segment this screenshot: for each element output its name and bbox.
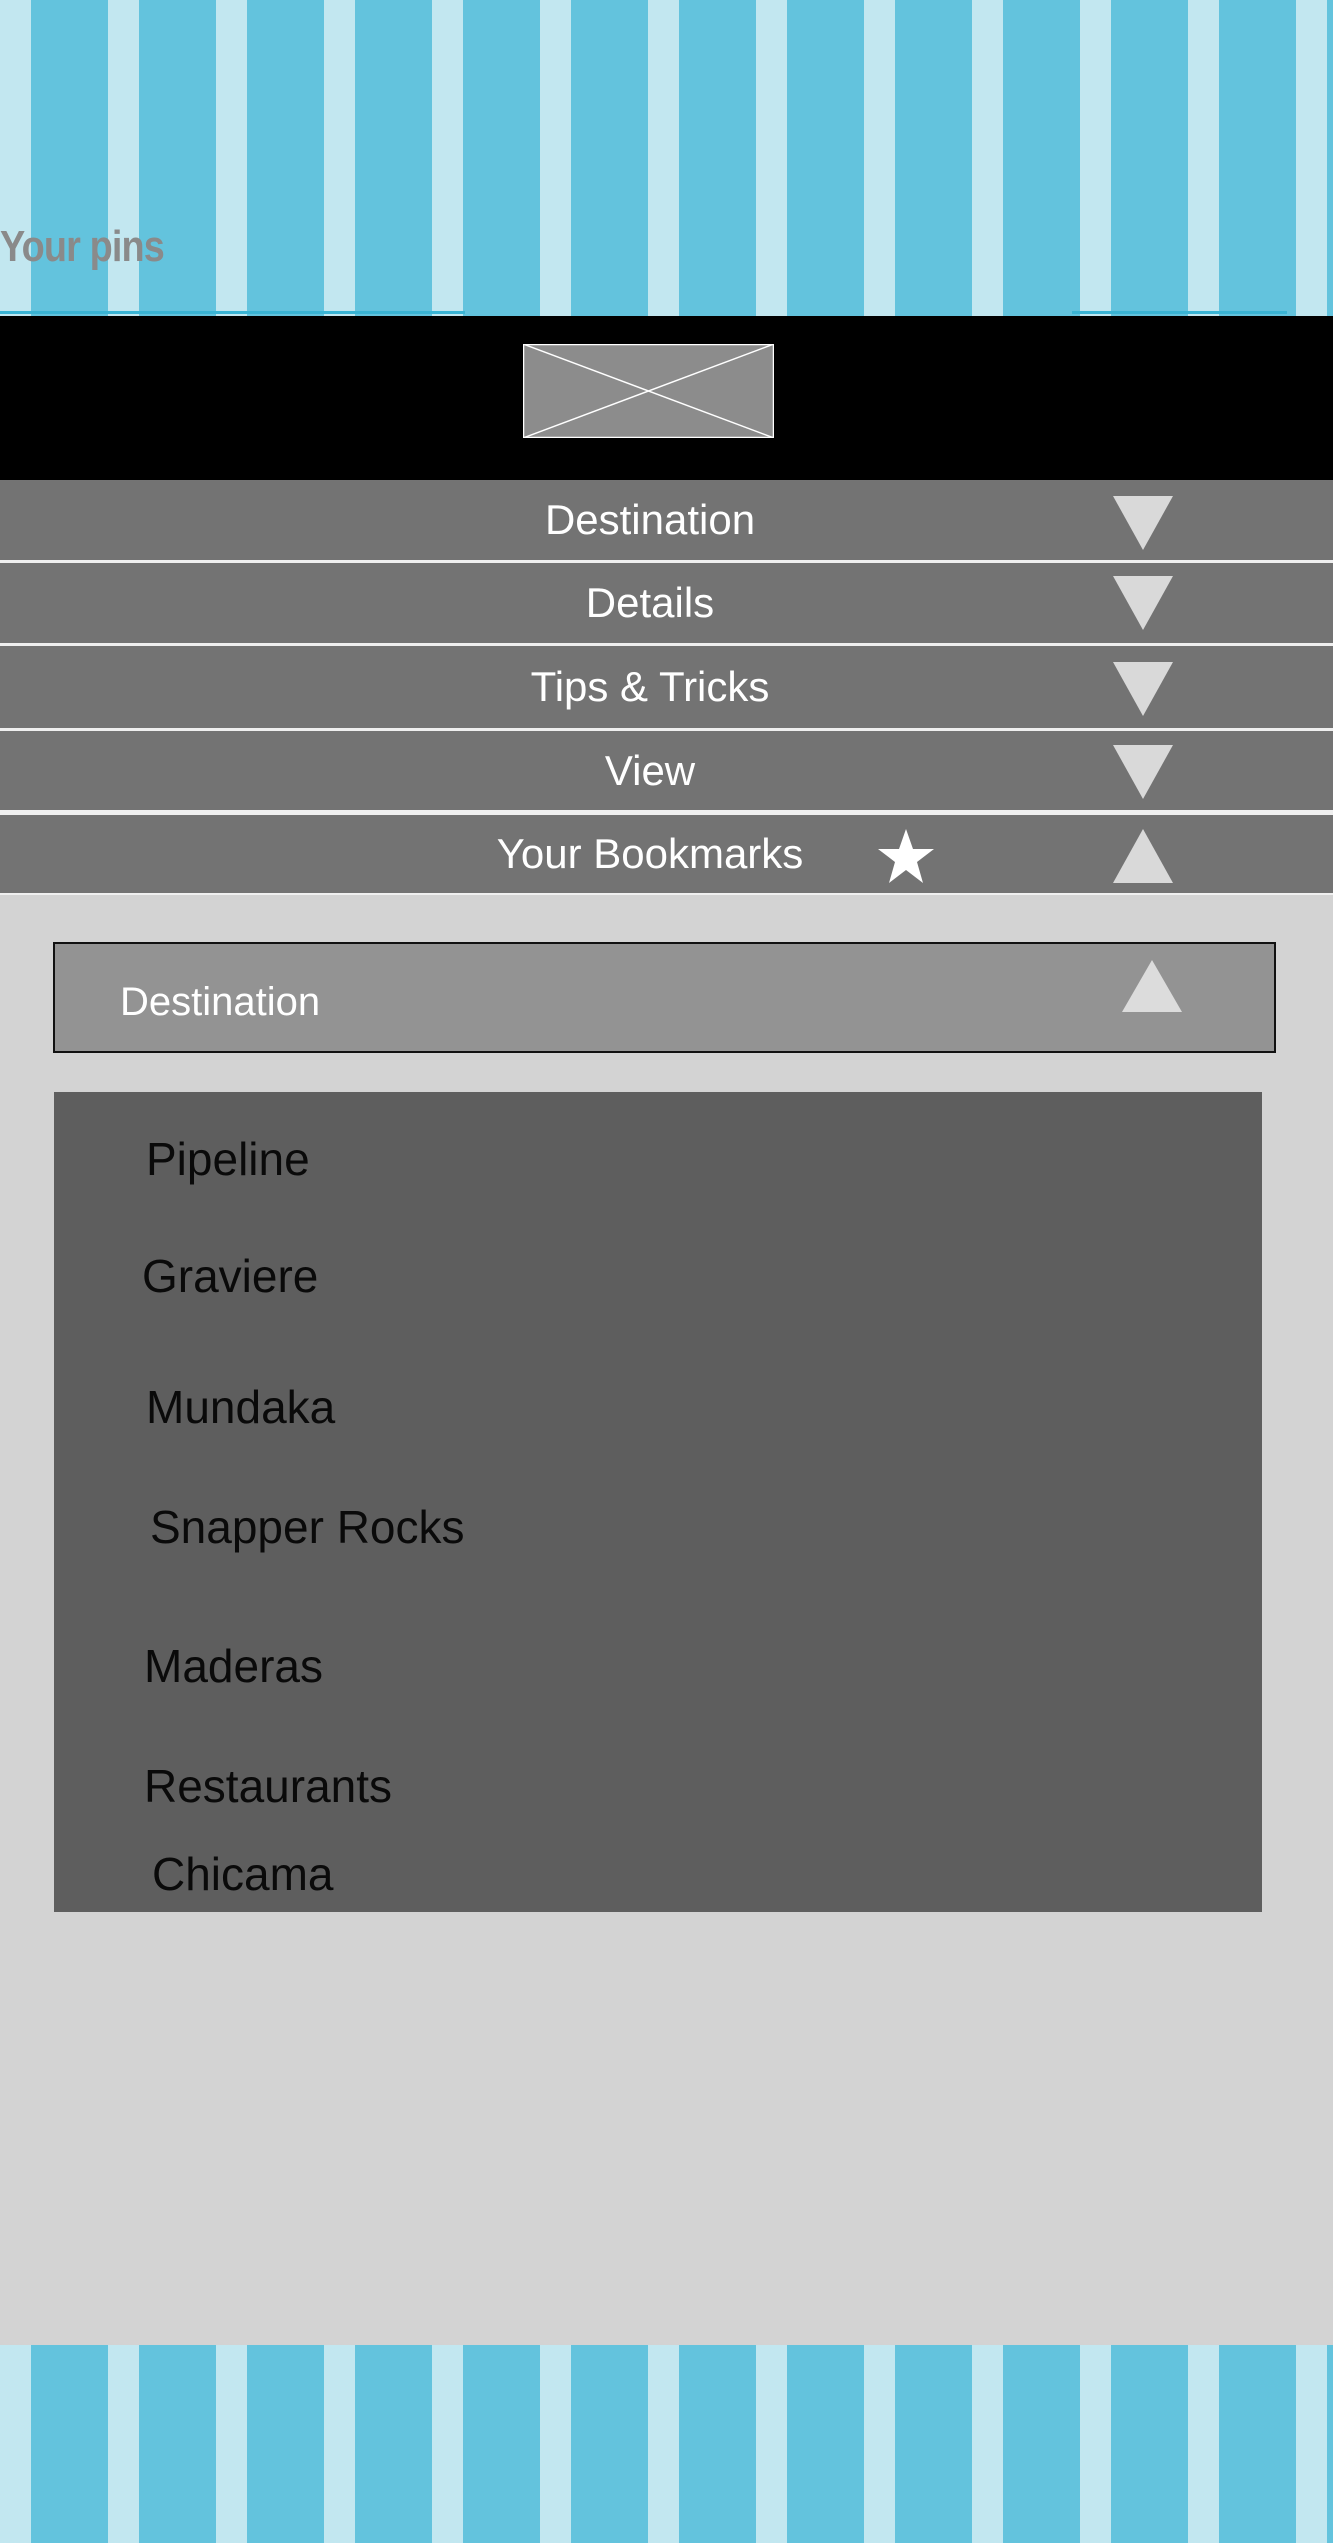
menu-item-label: Details — [585, 579, 715, 626]
list-item[interactable]: Graviere — [142, 1249, 318, 1303]
page-title: Your pins — [0, 222, 165, 271]
list-item[interactable]: Pipeline — [146, 1132, 310, 1186]
list-item[interactable]: Chicama — [152, 1847, 334, 1901]
bookmarks-destination-header[interactable]: Destination — [53, 942, 1276, 1053]
chevron-down-icon[interactable] — [1113, 576, 1173, 630]
menu-item-destination[interactable]: Destination — [0, 480, 1333, 560]
menu-item-tips-tricks[interactable]: Tips & Tricks — [0, 646, 1333, 728]
menu-item-label: Tips & Tricks — [530, 663, 770, 710]
bottom-striped-banner — [0, 2345, 1333, 2543]
menu-item-view[interactable]: View — [0, 731, 1333, 810]
chevron-down-icon[interactable] — [1113, 662, 1173, 716]
divider — [0, 893, 1333, 895]
header-bar — [0, 316, 1333, 480]
menu-item-details[interactable]: Details — [0, 563, 1333, 643]
banner-underline — [0, 311, 465, 314]
banner-underline — [1072, 311, 1287, 314]
menu-item-your-bookmarks[interactable]: Your Bookmarks — [0, 815, 1333, 893]
menu-item-label: Your Bookmarks — [496, 830, 804, 877]
chevron-down-icon[interactable] — [1113, 496, 1173, 550]
star-icon — [878, 829, 934, 883]
menu-item-label: Destination — [544, 496, 756, 543]
section-label: Destination — [120, 980, 321, 1024]
bookmarks-list: Pipeline Graviere Mundaka Snapper Rocks … — [54, 1092, 1262, 1912]
list-item[interactable]: Maderas — [144, 1639, 323, 1693]
image-placeholder-icon — [523, 344, 774, 438]
chevron-down-icon[interactable] — [1113, 745, 1173, 799]
chevron-up-icon[interactable] — [1122, 960, 1182, 1012]
list-item[interactable]: Snapper Rocks — [150, 1500, 465, 1554]
list-item[interactable]: Mundaka — [146, 1380, 335, 1434]
top-striped-banner — [0, 0, 1333, 316]
menu-item-label: View — [604, 746, 696, 794]
chevron-up-icon[interactable] — [1113, 829, 1173, 883]
list-item[interactable]: Restaurants — [144, 1759, 392, 1813]
